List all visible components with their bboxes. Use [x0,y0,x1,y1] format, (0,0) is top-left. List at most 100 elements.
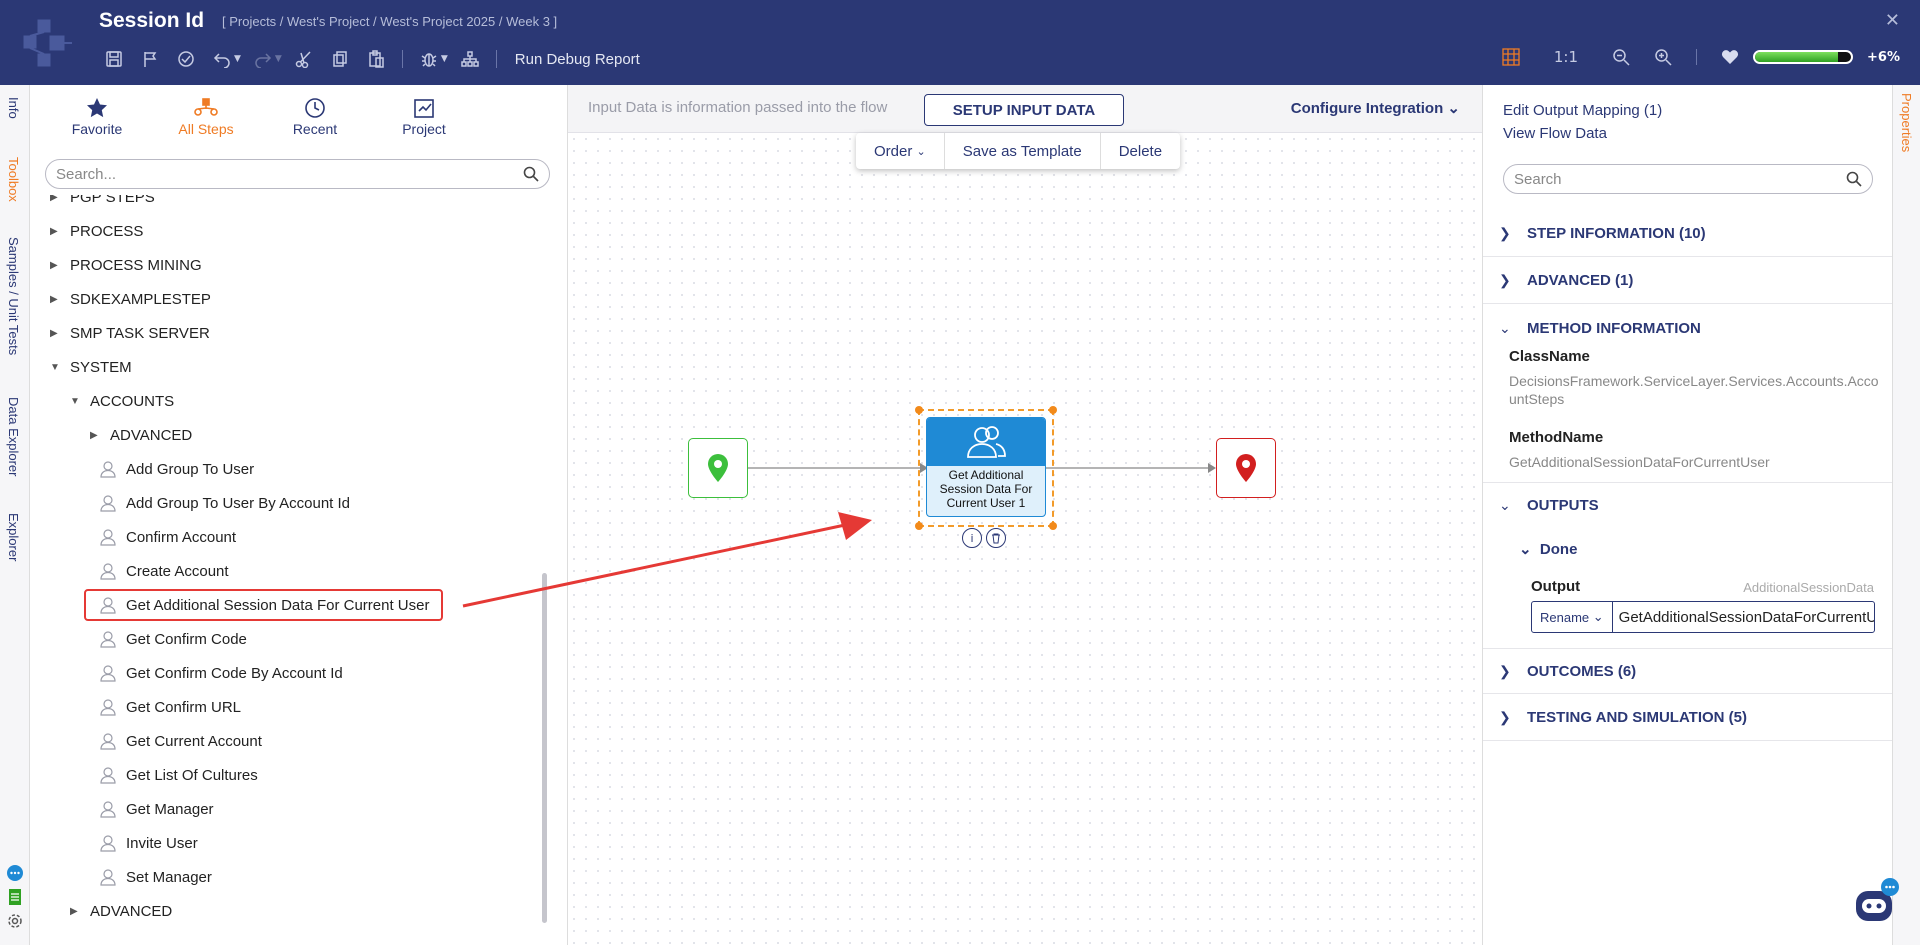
tree-step-item[interactable]: Get Additional Session Data For Current … [84,589,444,621]
user-step-icon [100,699,116,716]
tree-folder[interactable]: ▼ SYSTEM [50,355,132,379]
search-icon[interactable] [1846,171,1862,187]
properties-search-input[interactable]: Search [1503,164,1873,194]
section-testing-and-simulation[interactable]: ❯ TESTING AND SIMULATION (5) [1483,695,1893,741]
tab-favorite[interactable]: Favorite [47,97,147,137]
connector-arrowhead [1208,463,1216,473]
zoom-ratio-button[interactable]: 1:1 [1554,48,1578,66]
save-icon[interactable] [96,46,132,72]
caret-right-icon[interactable]: ▶ [50,260,62,271]
output-name-input[interactable]: GetAdditionalSessionDataForCurrentUser [1613,609,1874,626]
assistant-bot-icon[interactable] [1852,877,1900,925]
resize-handle[interactable] [1049,522,1057,530]
section-outcomes[interactable]: ❯ OUTCOMES (6) [1483,648,1893,694]
section-step-information[interactable]: ❯ STEP INFORMATION (10) [1483,211,1893,257]
start-node[interactable] [688,438,748,498]
caret-right-icon[interactable]: ▶ [70,906,82,917]
tree-item-label: Get Manager [126,800,214,818]
caret-right-icon[interactable]: ▶ [50,328,62,339]
tab-all-steps[interactable]: All Steps [156,97,256,137]
tree-folder[interactable]: ▶ PGP STEPS [50,195,155,209]
caret-right-icon[interactable]: ▶ [90,430,102,441]
run-debug-report-button[interactable]: Run Debug Report [515,51,640,68]
tab-data-explorer[interactable]: Data Explorer [6,397,21,476]
end-node[interactable] [1216,438,1276,498]
copy-icon[interactable] [322,46,358,72]
chevron-down-icon: ⌄ [1499,319,1511,336]
tree-step-item[interactable]: Confirm Account [98,525,236,549]
tab-info[interactable]: Info [6,97,21,119]
tree-folder[interactable]: ▶ SMP TASK SERVER [50,321,210,345]
chevron-down-icon: ⌄ [1499,497,1511,513]
tab-toolbox[interactable]: Toolbox [6,157,21,202]
tab-project[interactable]: Project [374,97,474,137]
tree-step-item[interactable]: Add Group To User By Account Id [98,491,350,515]
caret-down-icon[interactable]: ▼ [50,362,62,373]
document-icon[interactable] [5,887,25,907]
search-icon[interactable] [523,166,539,182]
flow-canvas[interactable]: Input Data is information passed into th… [568,85,1482,945]
paste-icon[interactable] [358,46,394,72]
tab-properties[interactable]: Properties [1899,93,1914,152]
validate-icon[interactable] [168,46,204,72]
tab-samples-unit-tests[interactable]: Samples / Unit Tests [6,237,21,355]
trash-icon[interactable] [986,528,1006,548]
tree-step-item[interactable]: Get List Of Cultures [98,763,258,787]
resize-handle[interactable] [915,406,923,414]
outcome-done-toggle[interactable]: ⌄ Done [1519,540,1577,558]
caret-right-icon[interactable]: ▶ [50,195,62,203]
rename-dropdown[interactable]: Rename ⌄ [1532,602,1613,632]
zoom-in-icon[interactable] [1654,48,1672,66]
tree-step-item[interactable]: Get Manager [98,797,214,821]
info-icon[interactable]: i [962,528,982,548]
output-rename-field[interactable]: Rename ⌄ GetAdditionalSessionDataForCurr… [1531,601,1875,633]
start-pin-icon [708,454,728,482]
breadcrumb[interactable]: [ Projects / West's Project / West's Pro… [222,14,557,29]
section-method-information[interactable]: ⌄ METHOD INFORMATION [1483,305,1893,351]
resize-handle[interactable] [915,522,923,530]
zoom-out-icon[interactable] [1612,48,1630,66]
debug-dropdown-icon[interactable]: ▼ [441,54,448,64]
tab-recent[interactable]: Recent [265,97,365,137]
section-outputs[interactable]: ⌄ OUTPUTS [1483,482,1893,528]
toolbox-scrollbar[interactable] [542,573,547,923]
caret-right-icon[interactable]: ▶ [50,294,62,305]
hierarchy-icon[interactable] [452,46,488,72]
close-icon[interactable]: ✕ [1885,10,1900,31]
resize-handle[interactable] [1049,406,1057,414]
redo-dropdown-icon[interactable]: ▼ [275,54,282,64]
tree-step-item[interactable]: Set Manager [98,865,212,889]
tree-folder[interactable]: ▶ ADVANCED [90,423,192,447]
flow-step-get-additional-session-data[interactable]: Get Additional Session Data For Current … [926,417,1046,517]
edit-output-mapping-link[interactable]: Edit Output Mapping (1) [1503,102,1662,119]
user-step-icon [100,529,116,546]
cut-icon[interactable] [286,46,322,72]
caret-down-icon[interactable]: ▼ [70,396,82,407]
tree-step-item[interactable]: Get Current Account [98,729,262,753]
section-advanced[interactable]: ❯ ADVANCED (1) [1483,258,1893,304]
chat-icon[interactable] [5,863,25,883]
flag-icon[interactable] [132,46,168,72]
user-step-icon [100,665,116,682]
tree-step-item[interactable]: Add Group To User [98,457,254,481]
tree-step-item[interactable]: Get Confirm Code [98,627,247,651]
tree-step-item[interactable]: Invite User [98,831,198,855]
tree-folder[interactable]: ▶ PROCESS MINING [50,253,202,277]
tab-explorer[interactable]: Explorer [6,513,21,561]
caret-right-icon[interactable]: ▶ [50,226,62,237]
view-flow-data-link[interactable]: View Flow Data [1503,125,1607,142]
grid-icon[interactable] [1502,48,1520,66]
undo-dropdown-icon[interactable]: ▼ [234,54,241,64]
tree-folder[interactable]: ▼ ACCOUNTS [70,389,174,413]
tree-folder[interactable]: ▶ PROCESS [50,219,143,243]
class-name-value: DecisionsFramework.ServiceLayer.Services… [1509,373,1879,407]
toolbox-search-input[interactable]: Search... [45,159,550,189]
settings-gear-icon[interactable] [5,911,25,931]
tree-folder[interactable]: ▶ ADVANCED [70,899,172,923]
heart-icon[interactable] [1721,49,1739,65]
tree-step-item[interactable]: Create Account [98,559,229,583]
tree-step-item[interactable]: Get Confirm Code By Account Id [98,661,343,685]
tree-step-item[interactable]: Get Confirm URL [98,695,241,719]
tree-folder[interactable]: ▶ SDKEXAMPLESTEP [50,287,211,311]
end-pin-icon [1236,454,1256,482]
